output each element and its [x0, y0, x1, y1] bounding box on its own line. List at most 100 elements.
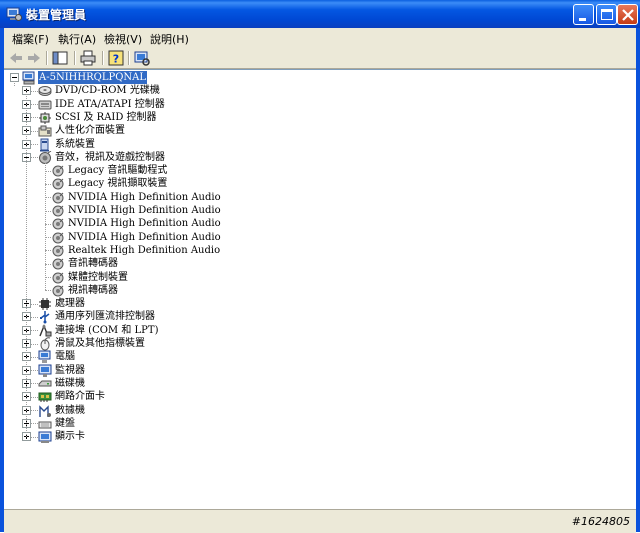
port-icon: [39, 323, 52, 337]
title-bar[interactable]: 裝置管理員: [0, 0, 640, 28]
menu-view[interactable]: 檢視(V): [104, 31, 142, 47]
tree-category-item[interactable]: 處理器: [54, 297, 86, 310]
hid-icon: [38, 125, 52, 137]
tree-guide-line: [31, 396, 38, 398]
watermark-text: #1624805: [571, 515, 630, 528]
tree-device-item[interactable]: 視訊轉碼器: [67, 284, 119, 297]
toolbar-separator: [128, 51, 130, 65]
scan-hardware-icon[interactable]: [134, 50, 150, 66]
tree-device-item[interactable]: 音訊轉碼器: [67, 257, 119, 270]
tree-guide-line: [31, 144, 38, 145]
audio-device-icon: [52, 232, 64, 244]
print-icon[interactable]: [80, 50, 96, 66]
tree-guide-line: [26, 86, 27, 437]
ide-icon: [38, 100, 52, 110]
cdrom-icon: [38, 86, 52, 97]
close-icon: [622, 9, 634, 21]
tree-guide-line: [31, 157, 38, 159]
tree-guide-line: [31, 436, 38, 438]
tree-category-item[interactable]: IDE ATA/ATAPI 控制器: [54, 98, 166, 111]
svg-text:?: ?: [113, 53, 119, 66]
tree-guide-line: [31, 303, 38, 305]
monitor-icon: [38, 364, 52, 377]
computer-small-icon: [38, 350, 51, 364]
minimize-button[interactable]: [573, 4, 594, 25]
tree-guide-line: [31, 383, 38, 385]
tree-category-item[interactable]: 鍵盤: [54, 417, 76, 430]
forward-arrow-icon[interactable]: [26, 50, 42, 66]
computer-icon: [22, 71, 35, 85]
toolbar: ?: [4, 48, 636, 69]
tree-guide-line: [31, 370, 38, 372]
tree-device-item[interactable]: Legacy 音訊驅動程式: [67, 164, 168, 177]
device-manager-icon: [6, 7, 22, 21]
back-arrow-icon[interactable]: [8, 50, 24, 66]
toolbar-separator: [46, 51, 48, 65]
tree-device-item[interactable]: NVIDIA High Definition Audio: [67, 231, 222, 244]
audio-device-icon: [52, 218, 64, 230]
device-tree[interactable]: A-5NIHHRQLPQNAL DVD/CD-ROM 光碟機 IDE ATA/ATA…: [4, 69, 636, 510]
tree-device-item[interactable]: NVIDIA High Definition Audio: [67, 191, 222, 204]
system-icon: [40, 138, 49, 151]
mouse-icon: [40, 337, 51, 351]
tree-guide-line: [31, 330, 38, 332]
tree-category-item[interactable]: 監視器: [54, 364, 86, 377]
disk-icon: [38, 380, 52, 387]
toolbar-separator: [74, 51, 76, 65]
tree-guide-line: [31, 90, 38, 92]
show-hide-console-tree-icon[interactable]: [52, 50, 68, 66]
menu-action[interactable]: 執行(A): [58, 31, 96, 47]
modem-icon: [39, 404, 51, 417]
tree-category-item[interactable]: 顯示卡: [54, 430, 86, 443]
maximize-button[interactable]: [596, 4, 617, 25]
audio-device-icon: [52, 165, 64, 177]
status-bar: #1624805: [4, 509, 636, 533]
menu-bar: 檔案(F) 執行(A) 檢視(V) 說明(H): [4, 28, 636, 49]
tree-guide-line: [31, 130, 38, 132]
scsi-icon: [39, 111, 51, 124]
tree-guide-line: [31, 104, 38, 106]
tree-category-item[interactable]: 人性化介面裝置: [54, 124, 126, 137]
window-frame-right: [636, 28, 640, 532]
audio-device-icon: [52, 178, 64, 190]
display-icon: [38, 431, 52, 444]
tree-category-item[interactable]: SCSI 及 RAID 控制器: [54, 111, 158, 124]
audio-device-icon: [52, 272, 64, 283]
tree-category-item[interactable]: 磁碟機: [54, 377, 86, 390]
tree-device-item[interactable]: Realtek High Definition Audio: [67, 244, 221, 257]
tree-category-item[interactable]: 滑鼠及其他指標裝置: [54, 337, 146, 350]
tree-device-item[interactable]: NVIDIA High Definition Audio: [67, 204, 222, 217]
tree-category-item[interactable]: 連接埠 (COM 和 LPT): [54, 324, 159, 337]
tree-guide-line: [45, 163, 46, 291]
audio-device-icon: [52, 192, 64, 204]
tree-guide-line: [31, 117, 38, 119]
usb-icon: [40, 311, 50, 324]
tree-guide-line: [14, 81, 15, 87]
close-button[interactable]: [617, 4, 638, 25]
help-icon[interactable]: ?: [108, 50, 124, 66]
tree-category-item[interactable]: 網路介面卡: [54, 390, 106, 403]
tree-guide-line: [31, 316, 38, 318]
audio-device-icon: [52, 258, 64, 270]
tree-device-item[interactable]: NVIDIA High Definition Audio: [67, 217, 222, 230]
tree-category-item[interactable]: 數據機: [54, 404, 86, 417]
menu-help[interactable]: 說明(H): [150, 31, 189, 47]
processor-icon: [39, 298, 51, 311]
menu-file[interactable]: 檔案(F): [12, 31, 49, 47]
network-icon: [38, 392, 52, 403]
tree-category-item[interactable]: 電腦: [54, 350, 76, 363]
tree-category-item[interactable]: DVD/CD-ROM 光碟機: [54, 84, 161, 97]
tree-device-item[interactable]: Legacy 視訊擷取裝置: [67, 177, 168, 190]
window-title: 裝置管理員: [26, 8, 87, 22]
tree-category-item[interactable]: 通用序列匯流排控制器: [54, 310, 156, 323]
tree-guide-line: [31, 343, 38, 345]
tree-device-item[interactable]: 媒體控制裝置: [67, 271, 129, 284]
audio-device-icon: [52, 285, 64, 297]
tree-root-computer[interactable]: A-5NIHHRQLPQNAL: [38, 71, 148, 84]
tree-category-item[interactable]: 音效，視訊及遊戲控制器: [54, 151, 166, 164]
tree-category-item[interactable]: 系統裝置: [54, 138, 96, 151]
audio-device-icon: [52, 205, 64, 217]
audio-device-icon: [52, 245, 64, 257]
toolbar-separator: [102, 51, 104, 65]
tree-guide-line: [31, 356, 38, 358]
